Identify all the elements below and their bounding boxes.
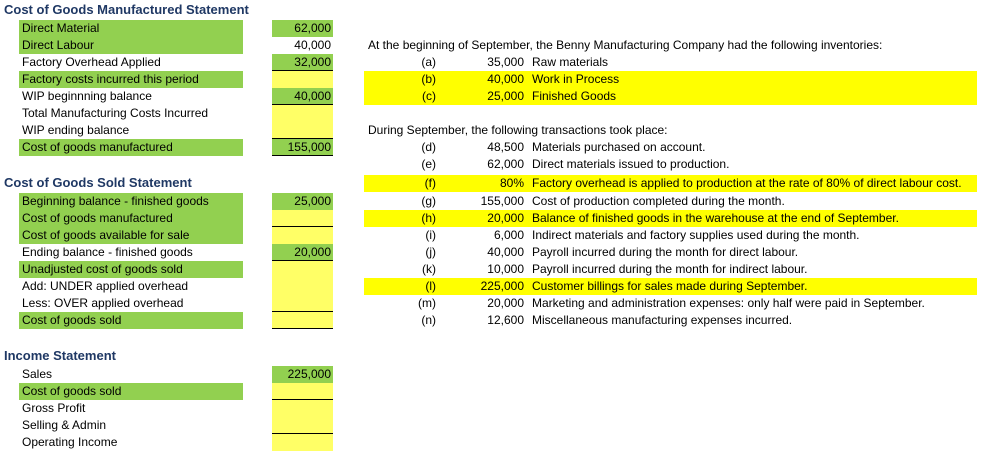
cogs-value-cogs[interactable] — [272, 312, 333, 329]
income-label-operating-income[interactable]: Operating Income — [19, 434, 243, 451]
item-desc: Factory overhead is applied to productio… — [532, 176, 962, 190]
item-amount: 40,000 — [487, 245, 524, 259]
cogs-value-over-applied[interactable] — [272, 295, 333, 312]
cogs-label-available[interactable]: Cost of goods available for sale — [19, 227, 243, 244]
cogs-label-cogm[interactable]: Cost of goods manufactured — [19, 210, 243, 227]
cogm-title: Cost of Goods Manufactured Statement — [4, 2, 249, 17]
cogm-label-wip-beginning[interactable]: WIP beginnning balance — [19, 88, 243, 105]
item-desc: Indirect materials and factory supplies … — [532, 228, 860, 242]
income-value-operating-income[interactable] — [272, 434, 333, 451]
item-amount: 35,000 — [487, 55, 524, 69]
cogs-value-unadjusted[interactable] — [272, 261, 333, 278]
item-desc: Marketing and administration expenses: o… — [532, 296, 925, 310]
cogm-value-cogm[interactable]: 155,000 — [272, 139, 333, 156]
item-letter: (b) — [421, 72, 436, 86]
item-desc: Customer billings for sales made during … — [532, 279, 808, 293]
income-label-selling-admin[interactable]: Selling & Admin — [19, 417, 243, 434]
cogs-label-under-applied[interactable]: Add: UNDER applied overhead — [19, 278, 243, 295]
cogm-label-direct-labour[interactable]: Direct Labour — [19, 37, 243, 54]
item-letter: (m) — [418, 296, 436, 310]
item-letter: (g) — [421, 194, 436, 208]
item-amount: 20,000 — [487, 296, 524, 310]
cogm-label-cogm[interactable]: Cost of goods manufactured — [19, 139, 243, 156]
cogs-value-available[interactable] — [272, 227, 333, 244]
cogm-value-direct-labour[interactable]: 40,000 — [272, 37, 333, 54]
item-letter: (j) — [425, 245, 436, 259]
income-value-cogs[interactable] — [272, 383, 333, 400]
cogs-value-ending-fg[interactable]: 20,000 — [272, 244, 333, 261]
income-title: Income Statement — [4, 348, 116, 363]
item-desc: Materials purchased on account. — [532, 140, 706, 154]
cogs-value-under-applied[interactable] — [272, 278, 333, 295]
cogm-value-total-manufacturing[interactable] — [272, 105, 333, 122]
income-value-gross-profit[interactable] — [272, 400, 333, 417]
cogs-label-over-applied[interactable]: Less: OVER applied overhead — [19, 295, 243, 312]
cogm-value-wip-beginning[interactable]: 40,000 — [272, 88, 333, 105]
cogm-label-total-manufacturing[interactable]: Total Manufacturing Costs Incurred — [19, 105, 243, 122]
item-letter: (a) — [421, 55, 436, 69]
item-desc: Payroll incurred during the month for in… — [532, 262, 808, 276]
cogs-label-unadjusted[interactable]: Unadjusted cost of goods sold — [19, 261, 243, 278]
item-letter: (l) — [425, 279, 436, 293]
cogs-label-cogs[interactable]: Cost of goods sold — [19, 312, 243, 329]
item-amount: 40,000 — [487, 72, 524, 86]
cogm-label-factory-overhead[interactable]: Factory Overhead Applied — [19, 54, 243, 71]
item-desc: Direct materials issued to production. — [532, 157, 730, 171]
item-desc: Payroll incurred during the month for di… — [532, 245, 799, 259]
item-letter: (n) — [421, 313, 436, 327]
cogm-value-factory-costs[interactable] — [272, 71, 333, 88]
problem-intro: At the beginning of September, the Benny… — [368, 38, 883, 52]
item-amount: 80% — [499, 176, 524, 190]
item-desc: Raw materials — [532, 55, 609, 69]
income-label-gross-profit[interactable]: Gross Profit — [19, 400, 243, 417]
cogm-label-factory-costs[interactable]: Factory costs incurred this period — [19, 71, 243, 88]
item-amount: 25,000 — [487, 89, 524, 103]
income-label-cogs[interactable]: Cost of goods sold — [19, 383, 243, 400]
item-amount: 62,000 — [487, 157, 524, 171]
item-desc: Balance of finished goods in the warehou… — [532, 211, 899, 225]
item-desc: Work in Process — [532, 72, 620, 86]
income-label-sales[interactable]: Sales — [19, 366, 243, 383]
item-letter: (c) — [422, 89, 436, 103]
item-letter: (e) — [421, 157, 436, 171]
item-amount: 10,000 — [487, 262, 524, 276]
item-letter: (f) — [424, 176, 436, 190]
cogs-value-cogm[interactable] — [272, 210, 333, 227]
item-amount: 12,600 — [487, 313, 524, 327]
income-value-sales[interactable]: 225,000 — [272, 366, 333, 383]
cogs-label-beginning-fg[interactable]: Beginning balance - finished goods — [19, 193, 243, 210]
cogs-title: Cost of Goods Sold Statement — [4, 175, 192, 190]
item-amount: 155,000 — [480, 194, 524, 208]
item-amount: 20,000 — [487, 211, 524, 225]
cogs-label-ending-fg[interactable]: Ending balance - finished goods — [19, 244, 243, 261]
item-desc: Finished Goods — [532, 89, 617, 103]
cogm-value-factory-overhead[interactable]: 32,000 — [272, 54, 333, 71]
item-desc: Cost of production completed during the … — [532, 194, 785, 208]
item-desc: Miscellaneous manufacturing expenses inc… — [532, 313, 793, 327]
cogm-value-direct-material[interactable]: 62,000 — [272, 20, 333, 37]
item-amount: 6,000 — [493, 228, 524, 242]
cogm-label-wip-ending[interactable]: WIP ending balance — [19, 122, 243, 139]
income-value-selling-admin[interactable] — [272, 417, 333, 434]
transactions-intro: During September, the following transact… — [368, 123, 668, 137]
item-amount: 48,500 — [487, 140, 524, 154]
item-letter: (k) — [422, 262, 436, 276]
item-letter: (i) — [425, 228, 436, 242]
cogm-value-wip-ending[interactable] — [272, 122, 333, 139]
item-amount: 225,000 — [480, 279, 524, 293]
cogm-label-direct-material[interactable]: Direct Material — [19, 20, 243, 37]
cogs-value-beginning-fg[interactable]: 25,000 — [272, 193, 333, 210]
item-letter: (h) — [421, 211, 436, 225]
item-letter: (d) — [421, 140, 436, 154]
